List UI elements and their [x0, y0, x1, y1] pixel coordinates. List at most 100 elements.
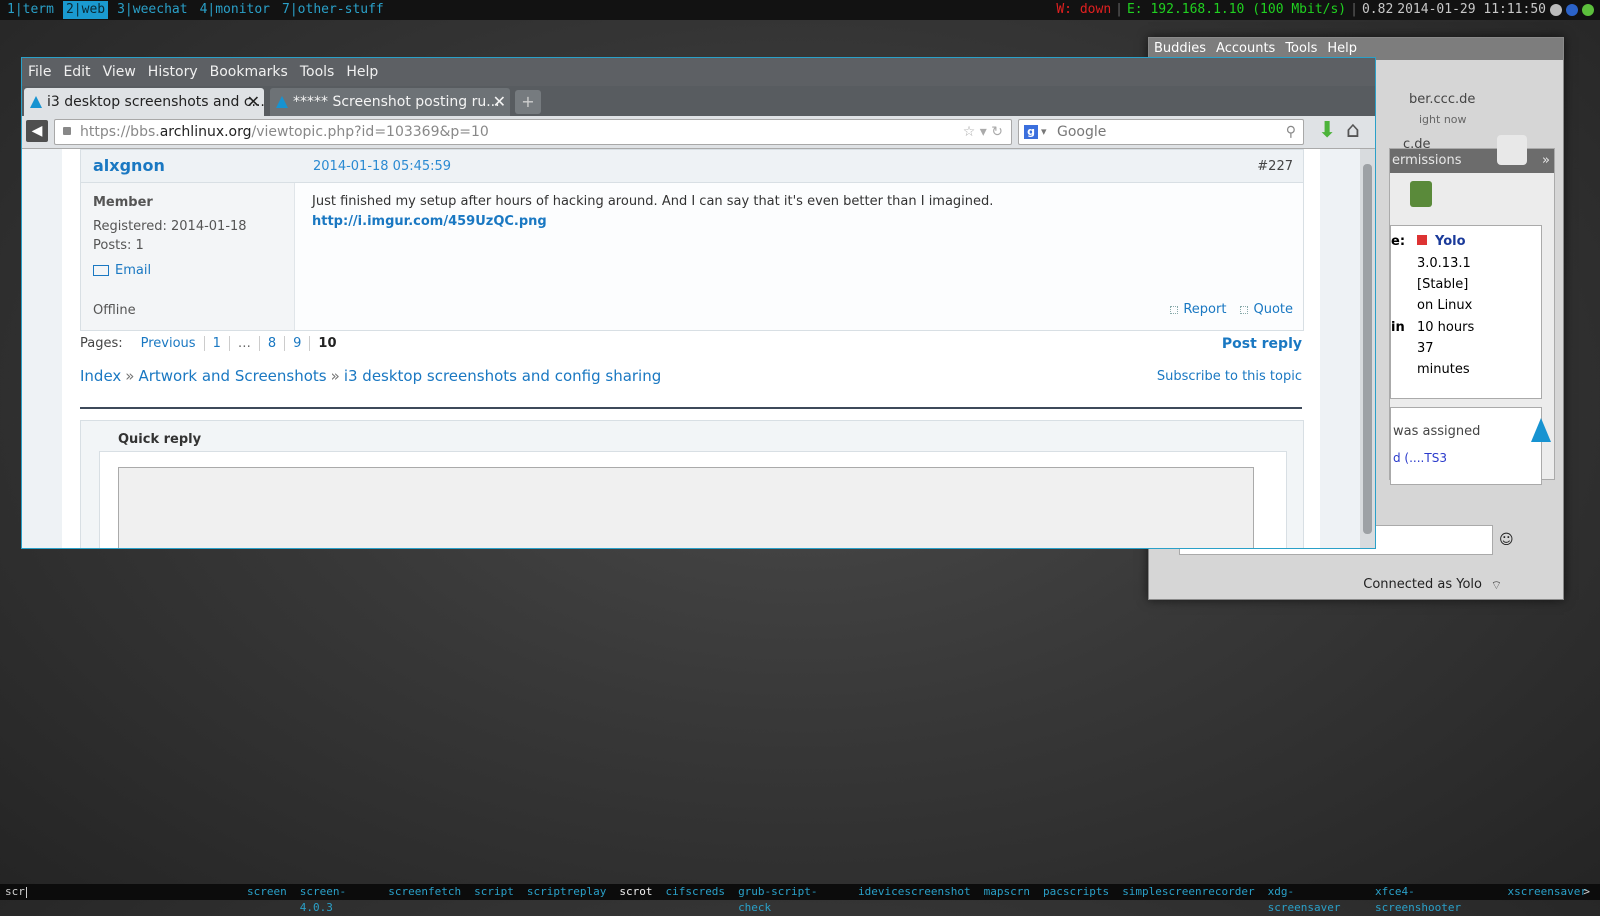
google-icon[interactable]: g	[1024, 125, 1038, 139]
completion-item[interactable]: idevicescreenshot	[858, 884, 971, 916]
completion-item[interactable]: screen	[247, 884, 287, 916]
completion-item[interactable]: screen-4.0.3	[300, 884, 375, 916]
completion-item[interactable]: script	[474, 884, 514, 916]
completion-item[interactable]: grub-script-check	[738, 884, 845, 916]
home-icon[interactable]: ⌂	[1346, 118, 1360, 144]
post-date[interactable]: 2014-01-18 05:45:59	[313, 159, 451, 174]
email-link[interactable]: Email	[93, 263, 151, 278]
tab-i3-screenshots[interactable]: i3 desktop screenshots and c... ✕	[24, 88, 264, 116]
post-header: alxgnon 2014-01-18 05:45:59 #227	[81, 150, 1303, 183]
dropdown-icon[interactable]: ▾	[980, 124, 987, 140]
online-status: Offline	[93, 303, 136, 318]
menu-tools[interactable]: Tools	[300, 58, 335, 86]
post-count: Posts: 1	[93, 238, 144, 253]
load-status: 0.82	[1361, 2, 1394, 17]
wireless-status: W: down	[1056, 2, 1112, 17]
close-tab-icon[interactable]: ✕	[247, 88, 260, 116]
page-scrollbar[interactable]	[1360, 149, 1375, 548]
page-ellipsis: …	[230, 336, 260, 351]
network-tray-icon[interactable]	[1566, 4, 1578, 16]
post-reply-link[interactable]: Post reply	[1222, 336, 1302, 352]
status-footer: Connected as Yolo ⌔	[1149, 573, 1532, 597]
close-tab-icon[interactable]: ✕	[493, 88, 506, 116]
page-1[interactable]: 1	[205, 336, 230, 351]
workspace-2[interactable]: 2|web	[62, 1, 109, 19]
dmenu-bar: scr screen screen-4.0.3 screenfetch scri…	[0, 884, 1600, 914]
menu-help[interactable]: Help	[346, 58, 378, 86]
buddy-icon	[1497, 135, 1527, 165]
page-previous[interactable]: Previous	[133, 336, 205, 351]
workspace-7[interactable]: 7|other-stuff	[279, 1, 387, 19]
workspace-list: 1|term 2|web 3|weechat 4|monitor 7|other…	[4, 0, 393, 19]
completion-item[interactable]: xscreensaver	[1508, 884, 1587, 916]
forum-content: alxgnon 2014-01-18 05:45:59 #227 Member …	[62, 149, 1320, 548]
post-author[interactable]: alxgnon	[93, 156, 165, 175]
completion-item[interactable]: pacscripts	[1043, 884, 1109, 916]
firefox-window: File Edit View History Bookmarks Tools H…	[21, 57, 1376, 549]
completion-item[interactable]: xdg-screensaver	[1268, 884, 1362, 916]
menu-view[interactable]: View	[103, 58, 136, 86]
smiley-icon[interactable]: ☺	[1499, 532, 1514, 548]
workspace-3[interactable]: 3|weechat	[114, 1, 190, 19]
menu-file[interactable]: File	[28, 58, 51, 86]
subscribe-link[interactable]: Subscribe to this topic	[1157, 369, 1302, 384]
workspace-1[interactable]: 1|term	[4, 1, 57, 19]
completion-item[interactable]: mapscrn	[984, 884, 1030, 916]
back-button[interactable]: ◀	[26, 120, 48, 142]
completion-item[interactable]: cifscreds	[665, 884, 725, 916]
new-tab-button[interactable]: +	[515, 90, 541, 114]
forum-post: alxgnon 2014-01-18 05:45:59 #227 Member …	[80, 149, 1304, 331]
status-line: W: down | E: 192.168.1.10 (100 Mbit/s) |…	[1052, 0, 1594, 20]
account-status: ight now	[1419, 113, 1467, 126]
page-9[interactable]: 9	[285, 336, 311, 351]
quick-reply-textarea[interactable]	[118, 467, 1254, 548]
quote-link[interactable]: Quote	[1240, 302, 1293, 317]
completion-item-selected[interactable]: scrot	[619, 884, 652, 916]
engine-dropdown-icon[interactable]: ▾	[1041, 120, 1047, 144]
pidgin-tray-icon[interactable]	[1582, 4, 1594, 16]
registered-date: Registered: 2014-01-18	[93, 219, 247, 234]
menu-bookmarks[interactable]: Bookmarks	[210, 58, 288, 86]
volume-icon[interactable]	[1550, 4, 1562, 16]
post-actions: Report Quote	[1156, 302, 1293, 317]
completion-item[interactable]: simplescreenrecorder	[1122, 884, 1254, 916]
connection-status: Connected as Yolo	[1363, 577, 1482, 592]
navigation-toolbar: ◀ https://bbs.archlinux.org/viewtopic.ph…	[22, 116, 1375, 149]
reload-icon[interactable]: ↻	[991, 124, 1003, 140]
completion-item[interactable]: xfce4-screenshooter	[1375, 884, 1495, 916]
scrollbar-thumb[interactable]	[1363, 164, 1372, 534]
quick-reply-box: Quick reply	[80, 420, 1304, 548]
divider	[80, 407, 1302, 409]
menu-edit[interactable]: Edit	[63, 58, 90, 86]
page-viewport: alxgnon 2014-01-18 05:45:59 #227 Member …	[22, 149, 1360, 548]
page-current: 10	[318, 336, 337, 351]
url-bar[interactable]: https://bbs.archlinux.org/viewtopic.php?…	[54, 119, 1012, 145]
crumb-topic[interactable]: i3 desktop screenshots and config sharin…	[344, 367, 661, 385]
post-number[interactable]: #227	[1257, 159, 1293, 174]
download-icon[interactable]: ⬇	[1318, 119, 1336, 143]
permissions-header[interactable]: ermissions»	[1390, 149, 1554, 173]
workspace-4[interactable]: 4|monitor	[197, 1, 273, 19]
report-link[interactable]: Report	[1170, 302, 1226, 317]
arch-favicon-icon	[276, 96, 288, 108]
completion-item[interactable]: screenfetch	[388, 884, 461, 916]
page-8[interactable]: 8	[260, 336, 286, 351]
user-role: Member	[93, 195, 153, 210]
crumb-index[interactable]: Index	[80, 367, 121, 385]
crumb-artwork[interactable]: Artwork and Screenshots	[138, 367, 326, 385]
more-indicator: >	[1583, 885, 1590, 898]
menu-history[interactable]: History	[148, 58, 198, 86]
tab-screenshot-rules[interactable]: ***** Screenshot posting ru... ✕	[270, 88, 510, 116]
search-bar[interactable]: g ▾ Google ⚲	[1018, 119, 1304, 145]
search-icon[interactable]: ⚲	[1286, 120, 1296, 144]
client-nick: Yolo	[1435, 234, 1466, 249]
envelope-icon	[93, 265, 109, 276]
expand-icon[interactable]: »	[1542, 149, 1550, 173]
dmenu-input[interactable]: scr	[5, 884, 27, 900]
bookmark-star-icon[interactable]: ☆	[963, 124, 976, 140]
wifi-icon: ⌔	[1490, 578, 1502, 592]
lock-icon	[63, 127, 71, 135]
completion-item[interactable]: scriptreplay	[527, 884, 606, 916]
breadcrumb: Index» Artwork and Screenshots» i3 desktop…	[80, 367, 662, 385]
screenshot-link[interactable]: http://i.imgur.com/459UzQC.png	[312, 214, 547, 229]
